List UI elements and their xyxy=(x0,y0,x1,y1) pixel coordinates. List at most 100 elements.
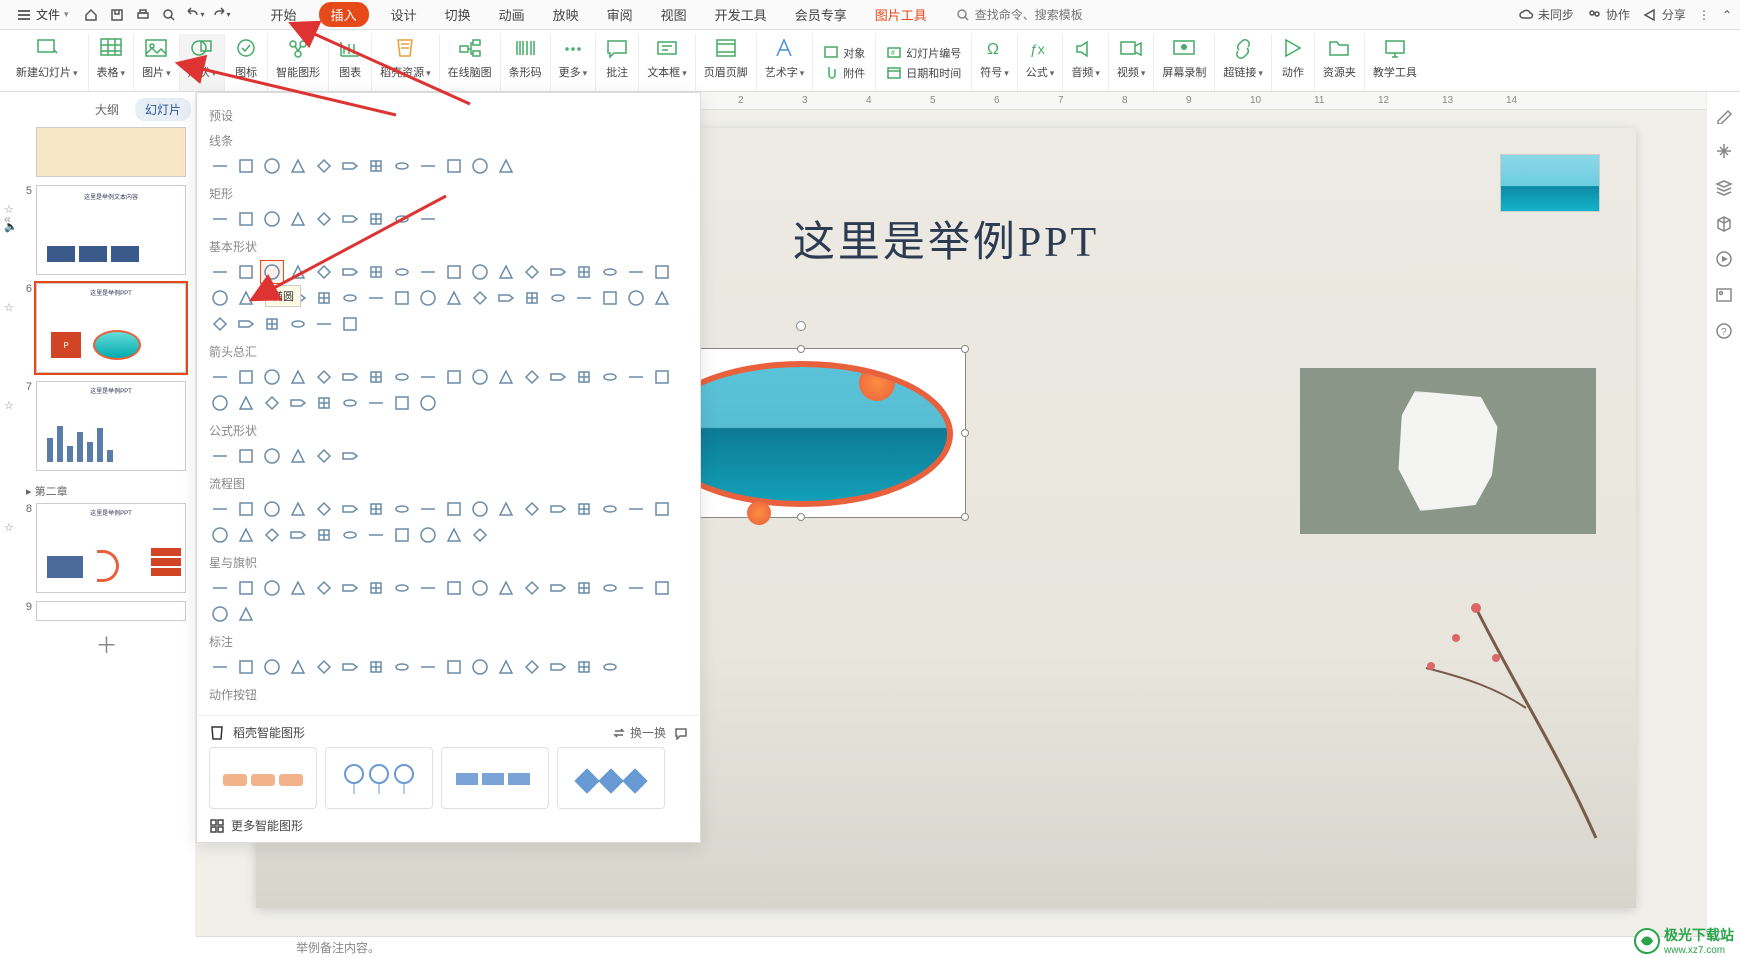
shape-option[interactable] xyxy=(235,261,257,283)
shape-option[interactable] xyxy=(235,577,257,599)
shape-option[interactable] xyxy=(209,524,231,546)
shape-option[interactable] xyxy=(391,366,413,388)
shape-option[interactable] xyxy=(521,261,543,283)
shape-option[interactable] xyxy=(495,287,517,309)
shape-option[interactable] xyxy=(365,656,387,678)
swap-button[interactable]: 换一换 xyxy=(612,724,666,741)
shape-option[interactable] xyxy=(365,392,387,414)
ribbon-attach[interactable]: 附件 xyxy=(823,65,865,81)
ribbon-comment[interactable]: 批注 xyxy=(596,34,639,91)
shape-option[interactable] xyxy=(573,287,595,309)
shape-option[interactable] xyxy=(651,287,673,309)
shape-option[interactable] xyxy=(573,366,595,388)
shape-option[interactable] xyxy=(547,287,569,309)
shape-option[interactable] xyxy=(417,524,439,546)
resize-handle-ne[interactable] xyxy=(961,345,969,353)
shape-option[interactable] xyxy=(365,366,387,388)
section-2[interactable]: ▸ 第二章 xyxy=(22,479,191,503)
ribbon-picture[interactable]: 图片 xyxy=(134,34,180,91)
ribbon-symbol[interactable]: Ω 符号 xyxy=(972,34,1018,91)
shape-option[interactable] xyxy=(313,498,335,520)
shape-option[interactable] xyxy=(417,287,439,309)
shape-option[interactable] xyxy=(443,261,465,283)
shape-option[interactable] xyxy=(339,498,361,520)
shape-option[interactable] xyxy=(235,603,257,625)
shape-option[interactable] xyxy=(287,155,309,177)
more-menu[interactable]: ⋮ xyxy=(1698,8,1710,22)
shape-option[interactable] xyxy=(651,261,673,283)
shape-option[interactable] xyxy=(339,155,361,177)
ribbon-icon[interactable]: 图标 xyxy=(225,34,268,91)
resize-handle-se[interactable] xyxy=(961,513,969,521)
shape-option[interactable] xyxy=(287,498,309,520)
shape-option[interactable] xyxy=(469,577,491,599)
shape-option[interactable] xyxy=(313,261,335,283)
ribbon-equation[interactable]: ƒx 公式 xyxy=(1018,34,1064,91)
shape-option[interactable] xyxy=(261,313,283,335)
shape-option[interactable] xyxy=(547,577,569,599)
shape-option[interactable] xyxy=(209,498,231,520)
shape-option[interactable] xyxy=(599,656,621,678)
shape-option[interactable] xyxy=(287,392,309,414)
shape-option[interactable] xyxy=(417,498,439,520)
resize-handle-n[interactable] xyxy=(797,345,805,353)
ribbon-hyperlink[interactable]: 超链接 xyxy=(1215,34,1272,91)
shape-option[interactable] xyxy=(469,261,491,283)
shape-option[interactable] xyxy=(209,656,231,678)
shape-option[interactable] xyxy=(521,366,543,388)
shape-option[interactable] xyxy=(599,366,621,388)
shape-option[interactable] xyxy=(261,524,283,546)
shape-option[interactable] xyxy=(339,366,361,388)
resize-handle-e[interactable] xyxy=(961,429,969,437)
shape-option[interactable] xyxy=(625,261,647,283)
share-button[interactable]: 分享 xyxy=(1642,6,1686,23)
shape-option[interactable] xyxy=(391,392,413,414)
shape-option[interactable] xyxy=(495,656,517,678)
shape-option[interactable] xyxy=(417,208,439,230)
shape-option[interactable] xyxy=(261,208,283,230)
shape-option[interactable] xyxy=(391,208,413,230)
ribbon-more[interactable]: 更多 xyxy=(551,34,597,91)
pencil-icon[interactable] xyxy=(1715,106,1733,124)
collapse-ribbon[interactable]: ⌃ xyxy=(1722,8,1732,22)
sync-status[interactable]: 未同步 xyxy=(1518,6,1574,23)
shape-option[interactable] xyxy=(573,498,595,520)
shape-option[interactable] xyxy=(469,287,491,309)
shape-option[interactable] xyxy=(261,498,283,520)
shape-option[interactable] xyxy=(339,577,361,599)
collapse-left-icon[interactable]: « xyxy=(4,212,11,226)
shape-option[interactable] xyxy=(209,155,231,177)
shape-option[interactable] xyxy=(495,498,517,520)
shape-option[interactable] xyxy=(235,313,257,335)
shape-option[interactable] xyxy=(521,498,543,520)
shape-option[interactable] xyxy=(469,155,491,177)
shape-option[interactable] xyxy=(573,656,595,678)
shape-option[interactable] xyxy=(417,155,439,177)
shape-option[interactable] xyxy=(339,313,361,335)
shape-option[interactable] xyxy=(235,498,257,520)
tab-insert[interactable]: 插入 xyxy=(319,2,369,27)
shape-option[interactable] xyxy=(339,445,361,467)
shape-option[interactable] xyxy=(313,524,335,546)
shape-option[interactable] xyxy=(339,524,361,546)
slide-thumb-8[interactable]: ☆ 8 这里是举例PPT xyxy=(22,503,191,593)
shape-option[interactable] xyxy=(209,603,231,625)
shape-option[interactable] xyxy=(313,445,335,467)
shape-option[interactable] xyxy=(443,155,465,177)
tab-review[interactable]: 审阅 xyxy=(601,1,639,28)
qat-save-icon[interactable] xyxy=(105,3,129,27)
ribbon-chart[interactable]: 图表 xyxy=(329,34,372,91)
shape-option[interactable] xyxy=(313,366,335,388)
cube-icon[interactable] xyxy=(1715,214,1733,232)
shape-option[interactable] xyxy=(235,524,257,546)
shape-option[interactable] xyxy=(391,155,413,177)
slide-thumb-9[interactable]: 9 xyxy=(22,601,191,621)
shape-option[interactable] xyxy=(235,287,257,309)
ribbon-table[interactable]: 表格 xyxy=(89,34,135,91)
shape-option[interactable] xyxy=(287,577,309,599)
shape-option[interactable] xyxy=(261,577,283,599)
shape-option[interactable] xyxy=(443,524,465,546)
tab-slides[interactable]: 幻灯片 xyxy=(135,98,191,121)
shape-option[interactable] xyxy=(209,392,231,414)
shape-option[interactable] xyxy=(287,656,309,678)
